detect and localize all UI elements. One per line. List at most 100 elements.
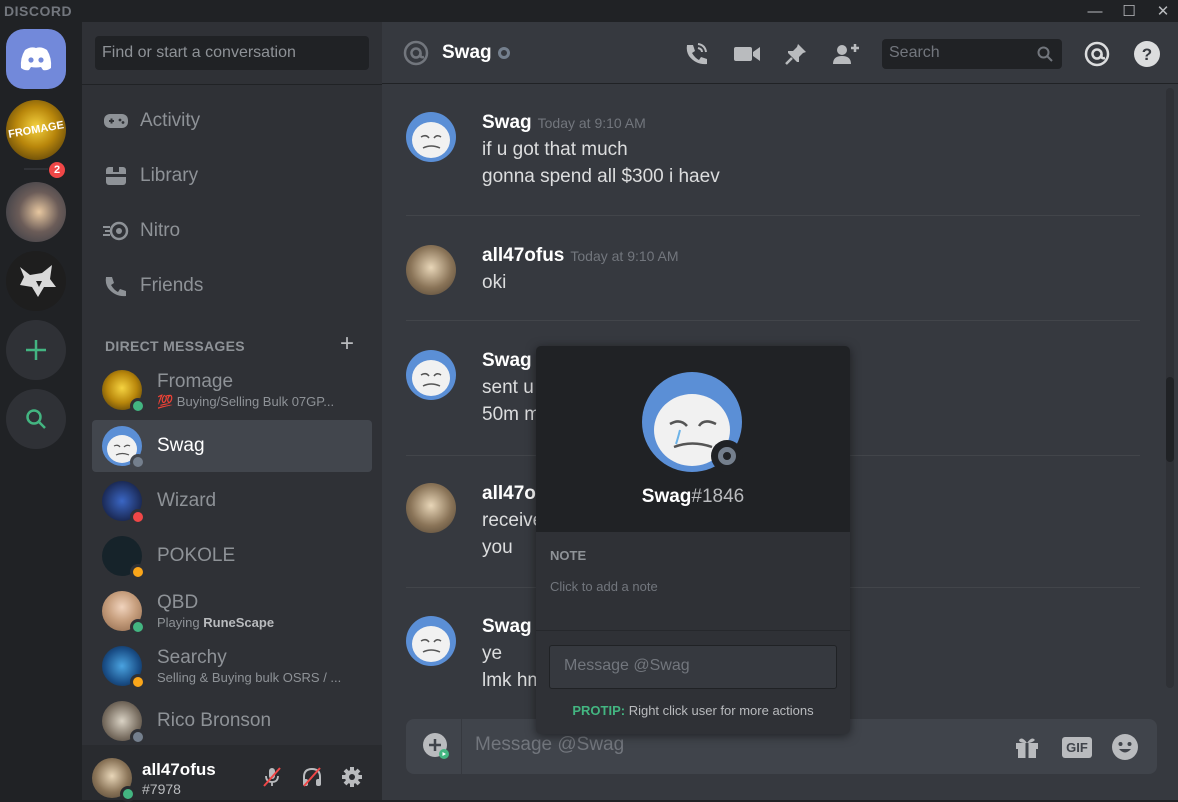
mentions-button[interactable] [1083,40,1111,68]
nav-activity-label: Activity [140,110,201,131]
upload-button[interactable] [422,732,450,765]
message-author[interactable]: Swag [482,616,532,638]
phone-call-icon [686,43,707,65]
message-avatar[interactable] [406,245,456,295]
fromage-logo-icon: FROMAGE [7,119,65,141]
maximize-button[interactable]: ☐ [1112,0,1146,22]
nav-nitro-label: Nitro [140,220,181,241]
dm-item-fromage[interactable]: Fromage 💯 Buying/Selling Bulk 07GP... [92,364,372,416]
app-brand: DISCORD [4,3,73,19]
dm-status-text: Playing RuneScape [157,615,275,630]
user-popout: Swag#1846 NOTE Click to add a note Messa… [536,346,850,734]
voice-call-button[interactable] [682,40,710,68]
direct-messages-header: DIRECT MESSAGES [105,338,245,354]
status-indicator [130,674,146,690]
message-author[interactable]: all47of [482,483,542,505]
gear-icon [342,767,362,787]
home-button[interactable] [6,29,66,89]
avatar [102,370,146,414]
find-conversation-input[interactable]: Find or start a conversation [95,36,369,70]
message-text: gonna spend all $300 i haev [482,166,720,187]
user-panel: all47ofus #7978 [82,745,382,802]
gif-button[interactable]: GIF [1062,732,1092,762]
message-input[interactable]: Message @Swag [475,734,624,756]
server-wolf[interactable] [6,251,66,311]
nitro-icon [92,221,140,241]
dm-name: POKOLE [157,545,236,566]
emoji-button[interactable] [1110,732,1140,762]
search-icon [1036,45,1054,68]
forever-alone-face-icon [412,626,450,662]
user-settings-button[interactable] [340,765,364,789]
nav-activity[interactable]: Activity [92,98,372,144]
message-avatar[interactable] [406,350,456,400]
deafen-button[interactable] [300,765,324,789]
dm-item-rico-bronson[interactable]: Rico Bronson [92,695,372,747]
message-text: sent u [482,377,534,398]
add-friend-to-dm-button[interactable] [832,40,860,68]
sidebar-divider [82,84,382,85]
dm-item-wizard[interactable]: Wizard [92,475,372,527]
dm-status-text: 💯 Buying/Selling Bulk 07GP... [157,393,335,409]
message-timestamp: Today at 9:10 AM [570,248,679,264]
create-dm-button[interactable]: + [340,332,354,356]
message-author[interactable]: Swag Today at 9:10 AM [482,112,646,134]
message-avatar[interactable] [406,112,456,162]
status-indicator [130,564,146,580]
scrollbar-thumb[interactable] [1166,377,1174,462]
nav-friends[interactable]: Friends [92,263,372,309]
dm-item-searchy[interactable]: Searchy Selling & Buying bulk OSRS / ... [92,640,372,692]
popout-divider [536,630,850,631]
gift-button[interactable] [1012,732,1042,762]
search-input[interactable]: Search [882,39,1062,69]
search-placeholder: Search [889,44,940,61]
message-divider [406,320,1140,321]
pin-icon [785,44,806,65]
svg-text:?: ? [1142,45,1152,64]
pinned-messages-button[interactable] [782,40,810,68]
message-author[interactable]: all47ofus Today at 9:10 AM [482,245,679,267]
add-attachment-icon [423,733,449,759]
dm-item-qbd[interactable]: QBD Playing RuneScape [92,585,372,637]
message-avatar[interactable] [406,616,456,666]
message-timestamp: Today at 9:10 AM [537,115,646,131]
dm-status-text: Selling & Buying bulk OSRS / ... [157,670,342,685]
video-camera-icon [734,47,760,61]
popout-message-input[interactable]: Message @Swag [549,645,837,689]
avatar [102,701,146,745]
dm-name: Wizard [157,490,217,511]
nav-library[interactable]: Library [92,153,372,199]
user-tag: #7978 [142,781,181,797]
message-text: oki [482,272,507,293]
avatar [102,536,146,580]
video-call-button[interactable] [733,40,761,68]
mute-button[interactable] [260,765,284,789]
server-fromage[interactable]: FROMAGE [6,100,66,160]
help-button[interactable]: ? [1133,40,1161,68]
add-server-button[interactable] [6,320,66,380]
avatar [102,426,146,470]
dm-item-pokole[interactable]: POKOLE [92,530,372,582]
title-bar: DISCORD — ☐ ✕ [0,0,1178,22]
close-button[interactable]: ✕ [1146,0,1178,22]
chat-header: Swag Search ? [382,22,1178,84]
forever-alone-face-icon [412,122,450,158]
at-icon [1084,41,1110,67]
dm-item-swag[interactable]: Swag [92,420,372,472]
server-cave[interactable] [6,182,66,242]
message-avatar[interactable] [406,483,456,533]
gamepad-icon [92,111,140,131]
message-author[interactable]: Swag [482,350,532,372]
wolf-logo-icon [20,265,56,297]
library-icon [92,164,140,188]
discord-logo-icon [20,47,52,71]
nav-nitro[interactable]: Nitro [92,208,372,254]
dm-name: QBD [157,592,199,613]
minimize-button[interactable]: — [1078,0,1112,22]
message-text: 50m m [482,404,541,425]
dm-name: Rico Bronson [157,710,272,731]
explore-servers-button[interactable] [6,389,66,449]
friends-icon [92,274,140,298]
dm-name: Swag [157,435,205,456]
note-input[interactable]: Click to add a note [550,579,658,594]
